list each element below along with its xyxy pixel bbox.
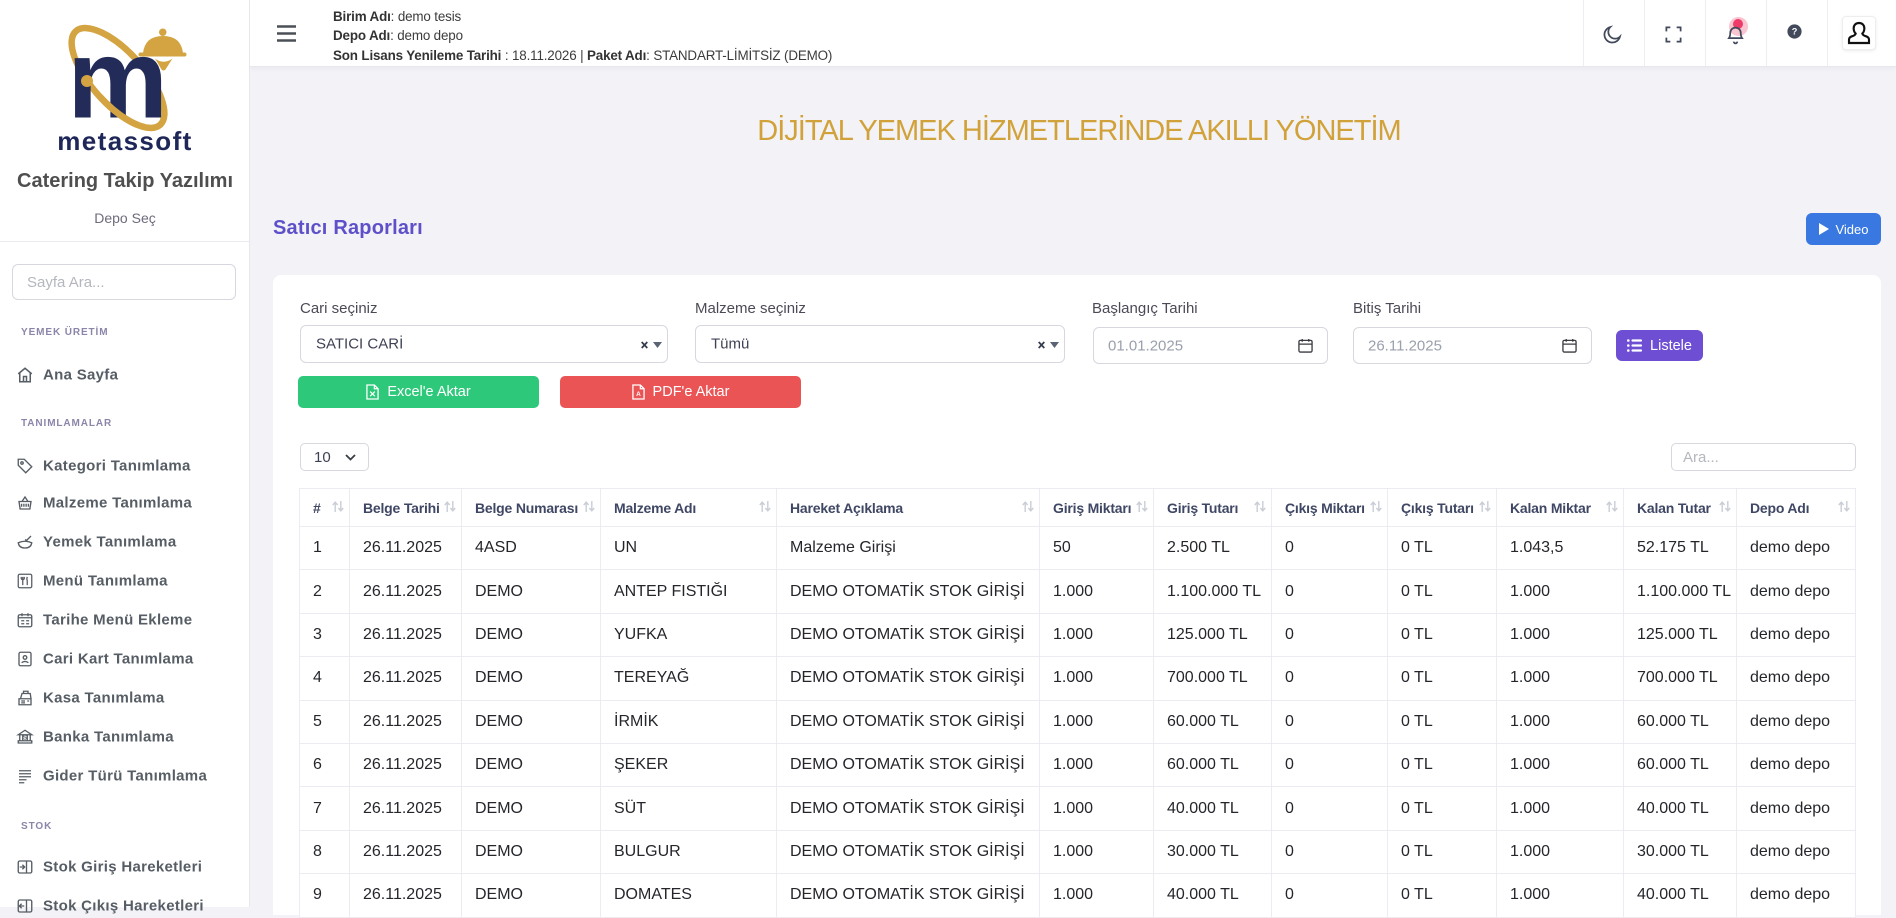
svg-text:?: ? [1792,27,1798,37]
svg-text:A: A [636,391,641,398]
svg-text:$: $ [23,735,27,742]
